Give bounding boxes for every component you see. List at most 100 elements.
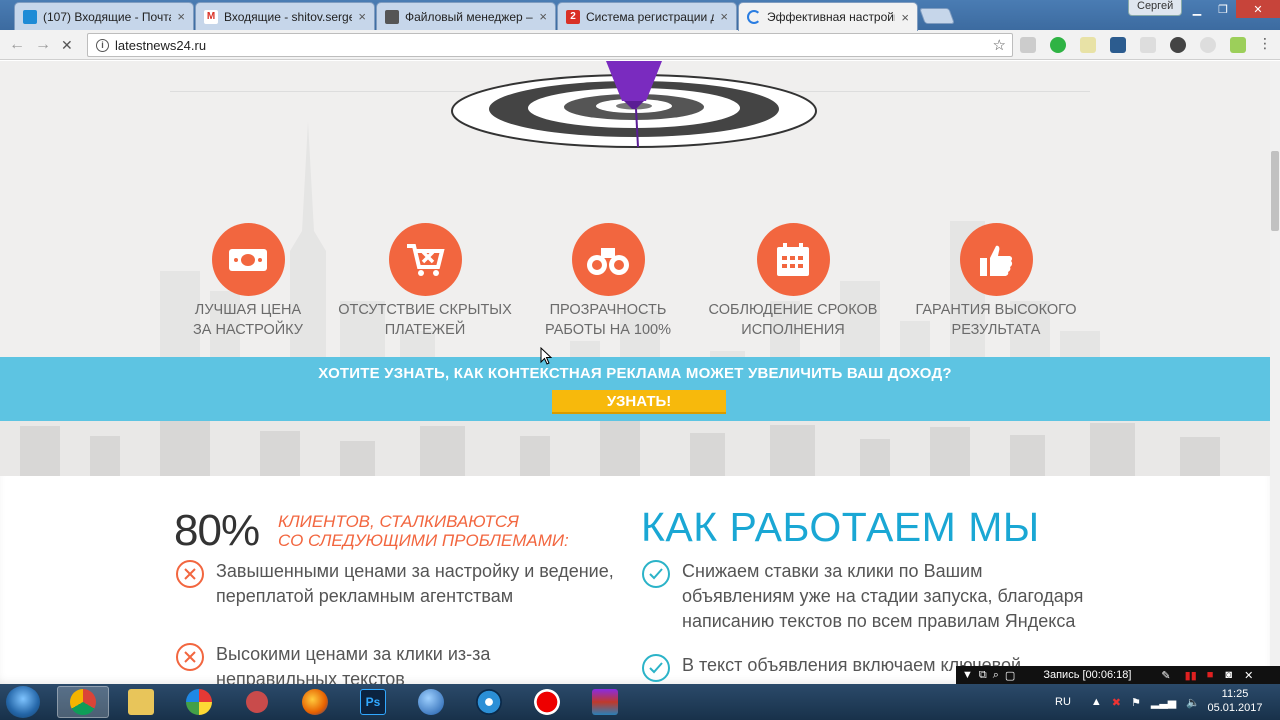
app-icon (186, 689, 212, 715)
chevron-down-icon[interactable]: ▼ (962, 669, 973, 681)
mail-favicon-icon (23, 9, 37, 24)
recording-status: Запись [00:06:18] (1043, 669, 1132, 681)
tab-mail[interactable]: (107) Входящие - Почта × (14, 2, 194, 30)
extension-icon[interactable] (1080, 37, 1096, 53)
taskbar-explorer[interactable] (115, 686, 167, 718)
problems-title-line: со следующими проблемами: (278, 531, 569, 550)
feature-no-hidden-fees: Отсутствие скрытых платежей (325, 223, 525, 340)
chrome-icon (70, 689, 96, 715)
feature-deadlines: Соблюдение сроков исполнения (693, 223, 893, 340)
feature-label: исполнения (741, 322, 845, 338)
bookmark-star-icon[interactable]: ☆ (993, 36, 1006, 54)
window-controls: ▁ ❐ ✕ (1184, 0, 1280, 18)
feature-best-price: Лучшая цена за настройку (148, 223, 348, 340)
pen-icon[interactable]: ✎ (1161, 669, 1170, 682)
learn-more-button[interactable]: УЗНАТЬ! (552, 390, 726, 414)
problem-item: Высокими ценами за клики из-за неправильн… (176, 642, 636, 684)
address-bar[interactable]: i latestnews24.ru ☆ (87, 33, 1013, 57)
check-circle-icon (642, 560, 670, 588)
page-scrollbar[interactable] (1270, 61, 1280, 684)
feature-label: Гарантия высокого (915, 302, 1077, 318)
signal-icon[interactable]: ▂▃▅ (1151, 696, 1176, 709)
taskbar-photoshop[interactable]: Ps (347, 686, 399, 718)
problem-text: Завышенными ценами за настройку и ведени… (216, 561, 614, 581)
extension-icon[interactable] (1140, 37, 1156, 53)
system-tray: RU ▲ ✖ ⚑ ▂▃▅ 🔈 (1055, 684, 1200, 720)
region-icon[interactable]: ▢ (1005, 669, 1015, 682)
cart-x-icon (388, 223, 462, 296)
forward-button[interactable]: → (35, 36, 51, 54)
tab-file-manager[interactable]: Файловый менеджер – × (376, 2, 556, 30)
tab-gmail[interactable]: M Входящие - shitov.serge × (195, 2, 375, 30)
url-text: latestnews24.ru (115, 37, 207, 53)
pause-icon[interactable]: ▮▮ (1185, 669, 1197, 682)
volume-icon[interactable]: 🔈 (1186, 696, 1200, 709)
menu-icon[interactable]: ⋮ (1258, 35, 1274, 51)
tray-expand-icon[interactable]: ▲ (1091, 696, 1102, 708)
feature-guarantee: Гарантия высокого результата (896, 223, 1096, 340)
tab-active[interactable]: Эффективная настройка × (738, 2, 918, 31)
minimize-icon[interactable]: ▁ (1184, 0, 1210, 18)
taskbar-winrar[interactable] (579, 686, 631, 718)
flag-icon[interactable]: ⚑ (1131, 696, 1141, 709)
extension-icon[interactable] (1200, 37, 1216, 53)
scrollbar-thumb[interactable] (1271, 151, 1279, 231)
recording-toolbar: ▼ ⧉ ⌕ ▢ Запись [00:06:18] ✎ ▮▮ ■ ◙ ✕ (956, 666, 1280, 684)
browser-toolbar: ← → ✕ i latestnews24.ru ☆ ⋮ (0, 30, 1280, 60)
close-icon[interactable]: × (358, 9, 366, 24)
stop-icon[interactable]: ■ (1207, 669, 1214, 681)
taskbar: Ps RU ▲ ✖ ⚑ ▂▃▅ 🔈 11:25 05.01.2017 (0, 684, 1280, 720)
taskbar-firefox[interactable] (289, 686, 341, 718)
camera-icon[interactable]: ◙ (1225, 669, 1232, 681)
window-close-icon[interactable]: ✕ (1236, 0, 1280, 18)
extension-icon[interactable] (1020, 37, 1036, 53)
how-we-work-title: Как работаем мы (641, 504, 1040, 550)
start-button[interactable] (6, 686, 40, 718)
taskbar-recorder[interactable] (521, 686, 573, 718)
close-icon[interactable]: ✕ (1244, 669, 1253, 682)
globe-icon (418, 689, 444, 715)
solution-text: объявлениям уже на стадии запуска, благо… (682, 586, 1084, 606)
folder-icon (128, 689, 154, 715)
media-icon (476, 689, 502, 715)
back-button[interactable]: ← (9, 36, 25, 54)
check-extension-icon[interactable] (1050, 37, 1066, 53)
close-icon[interactable]: × (177, 9, 185, 24)
problem-text: Высокими ценами за клики из-за (216, 644, 491, 664)
profile-button[interactable]: Сергей (1128, 0, 1183, 16)
tab-registration[interactable]: 2 Система регистрации д × (557, 2, 737, 30)
info-icon[interactable]: i (96, 38, 109, 52)
zoom-icon[interactable]: ⌕ (993, 669, 999, 682)
scissors-icon (246, 691, 268, 713)
firefox-icon (302, 689, 328, 715)
taskbar-media[interactable] (463, 686, 515, 718)
binoculars-icon (571, 223, 645, 296)
extension-icon[interactable] (1230, 37, 1246, 53)
new-tab-button[interactable] (919, 8, 955, 24)
record-icon (534, 689, 560, 715)
feature-transparency: Прозрачность работы на 100% (508, 223, 708, 340)
close-icon[interactable]: × (720, 9, 728, 24)
layers-extension-icon[interactable] (1110, 37, 1126, 53)
language-indicator[interactable]: RU (1055, 696, 1071, 708)
window-icon[interactable]: ⧉ (979, 669, 987, 682)
close-icon[interactable]: × (901, 10, 909, 25)
maximize-icon[interactable]: ❐ (1210, 0, 1236, 18)
taskbar-snipping[interactable] (231, 686, 283, 718)
clock[interactable]: 11:25 05.01.2017 (1200, 687, 1270, 715)
feature-label: Отсутствие скрытых (338, 302, 512, 318)
network-warning-icon[interactable]: ✖ (1112, 696, 1121, 709)
extension-icon[interactable] (1170, 37, 1186, 53)
feature-label: платежей (384, 322, 466, 338)
taskbar-app[interactable] (173, 686, 225, 718)
close-icon[interactable]: × (539, 9, 547, 24)
feature-label: результата (951, 322, 1041, 338)
taskbar-chrome[interactable] (57, 686, 109, 718)
cta-banner: ХОТИТЕ УЗНАТЬ, КАК КОНТЕКСТНАЯ РЕКЛАМА М… (0, 357, 1270, 421)
taskbar-globe[interactable] (405, 686, 457, 718)
solution-item: Снижаем ставки за клики по Вашим объявлен… (642, 559, 1112, 634)
stop-button[interactable]: ✕ (61, 37, 73, 54)
feature-label: Прозрачность (549, 302, 667, 318)
percent-value: 80% (174, 506, 260, 555)
feature-label: работы на 100% (545, 322, 671, 338)
